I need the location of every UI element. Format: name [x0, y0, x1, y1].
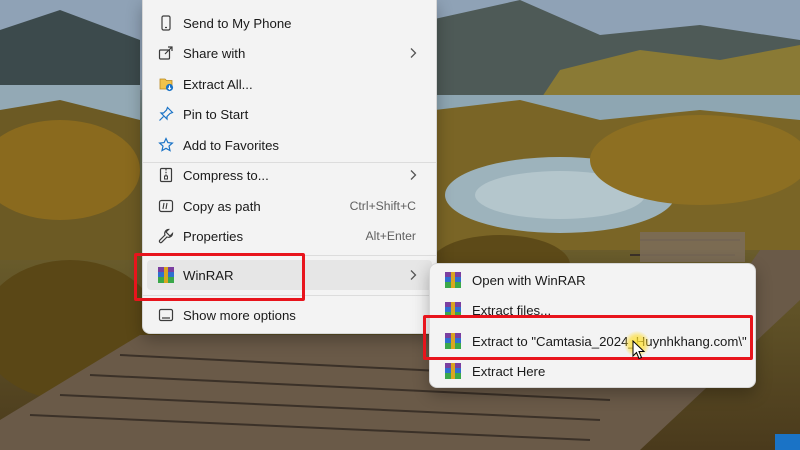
- show-more-icon: [158, 307, 174, 323]
- chevron-right-icon: [410, 170, 417, 180]
- menu-item-label: Share with: [183, 45, 246, 61]
- highlight-box-extract-to: [423, 315, 753, 360]
- mouse-pointer-icon: [632, 340, 646, 360]
- menu-item-copy-as-path[interactable]: Copy as path Ctrl+Shift+C: [147, 191, 432, 221]
- highlight-box-winrar: [134, 253, 305, 301]
- menu-item-label: Add to Favorites: [183, 137, 280, 153]
- star-icon: [158, 137, 174, 153]
- shortcut-text: Alt+Enter: [365, 229, 416, 243]
- pin-icon: [158, 106, 174, 122]
- submenu-item-label: Open with WinRAR: [472, 272, 586, 288]
- winrar-icon: [445, 363, 461, 379]
- chevron-right-icon: [410, 48, 417, 58]
- menu-item-label: Compress to...: [183, 167, 269, 183]
- compress-icon: [158, 167, 174, 183]
- phone-icon: [158, 15, 174, 31]
- menu-item-compress-to[interactable]: Compress to...: [147, 160, 432, 190]
- submenu-item-open-with-winrar[interactable]: Open with WinRAR: [434, 266, 751, 294]
- menu-item-label: Send to My Phone: [183, 15, 292, 31]
- menu-item-label: Properties: [183, 228, 244, 244]
- taskbar-app-icon[interactable]: [775, 434, 800, 450]
- menu-item-label: Pin to Start: [183, 106, 249, 122]
- menu-item-label: Extract All...: [183, 76, 253, 92]
- shortcut-text: Ctrl+Shift+C: [349, 199, 416, 213]
- menu-item-send-to-phone[interactable]: Send to My Phone: [147, 8, 432, 38]
- menu-item-share-with[interactable]: Share with: [147, 38, 432, 68]
- menu-item-extract-all[interactable]: Extract All...: [147, 69, 432, 99]
- copy-path-icon: [158, 198, 174, 214]
- chevron-right-icon: [410, 270, 417, 280]
- submenu-item-label: Extract Here: [472, 363, 546, 379]
- winrar-icon: [445, 272, 461, 288]
- menu-item-properties[interactable]: Properties Alt+Enter: [147, 221, 432, 251]
- submenu-item-extract-here[interactable]: Extract Here: [434, 357, 751, 385]
- menu-item-label: Copy as path: [183, 198, 261, 214]
- menu-item-pin-to-start[interactable]: Pin to Start: [147, 99, 432, 129]
- share-icon: [158, 45, 174, 61]
- extract-all-icon: [158, 76, 174, 92]
- wrench-icon: [158, 228, 174, 244]
- menu-item-label: Show more options: [183, 307, 296, 323]
- menu-item-add-to-favorites[interactable]: Add to Favorites: [147, 130, 432, 160]
- menu-item-show-more-options[interactable]: Show more options: [147, 300, 432, 330]
